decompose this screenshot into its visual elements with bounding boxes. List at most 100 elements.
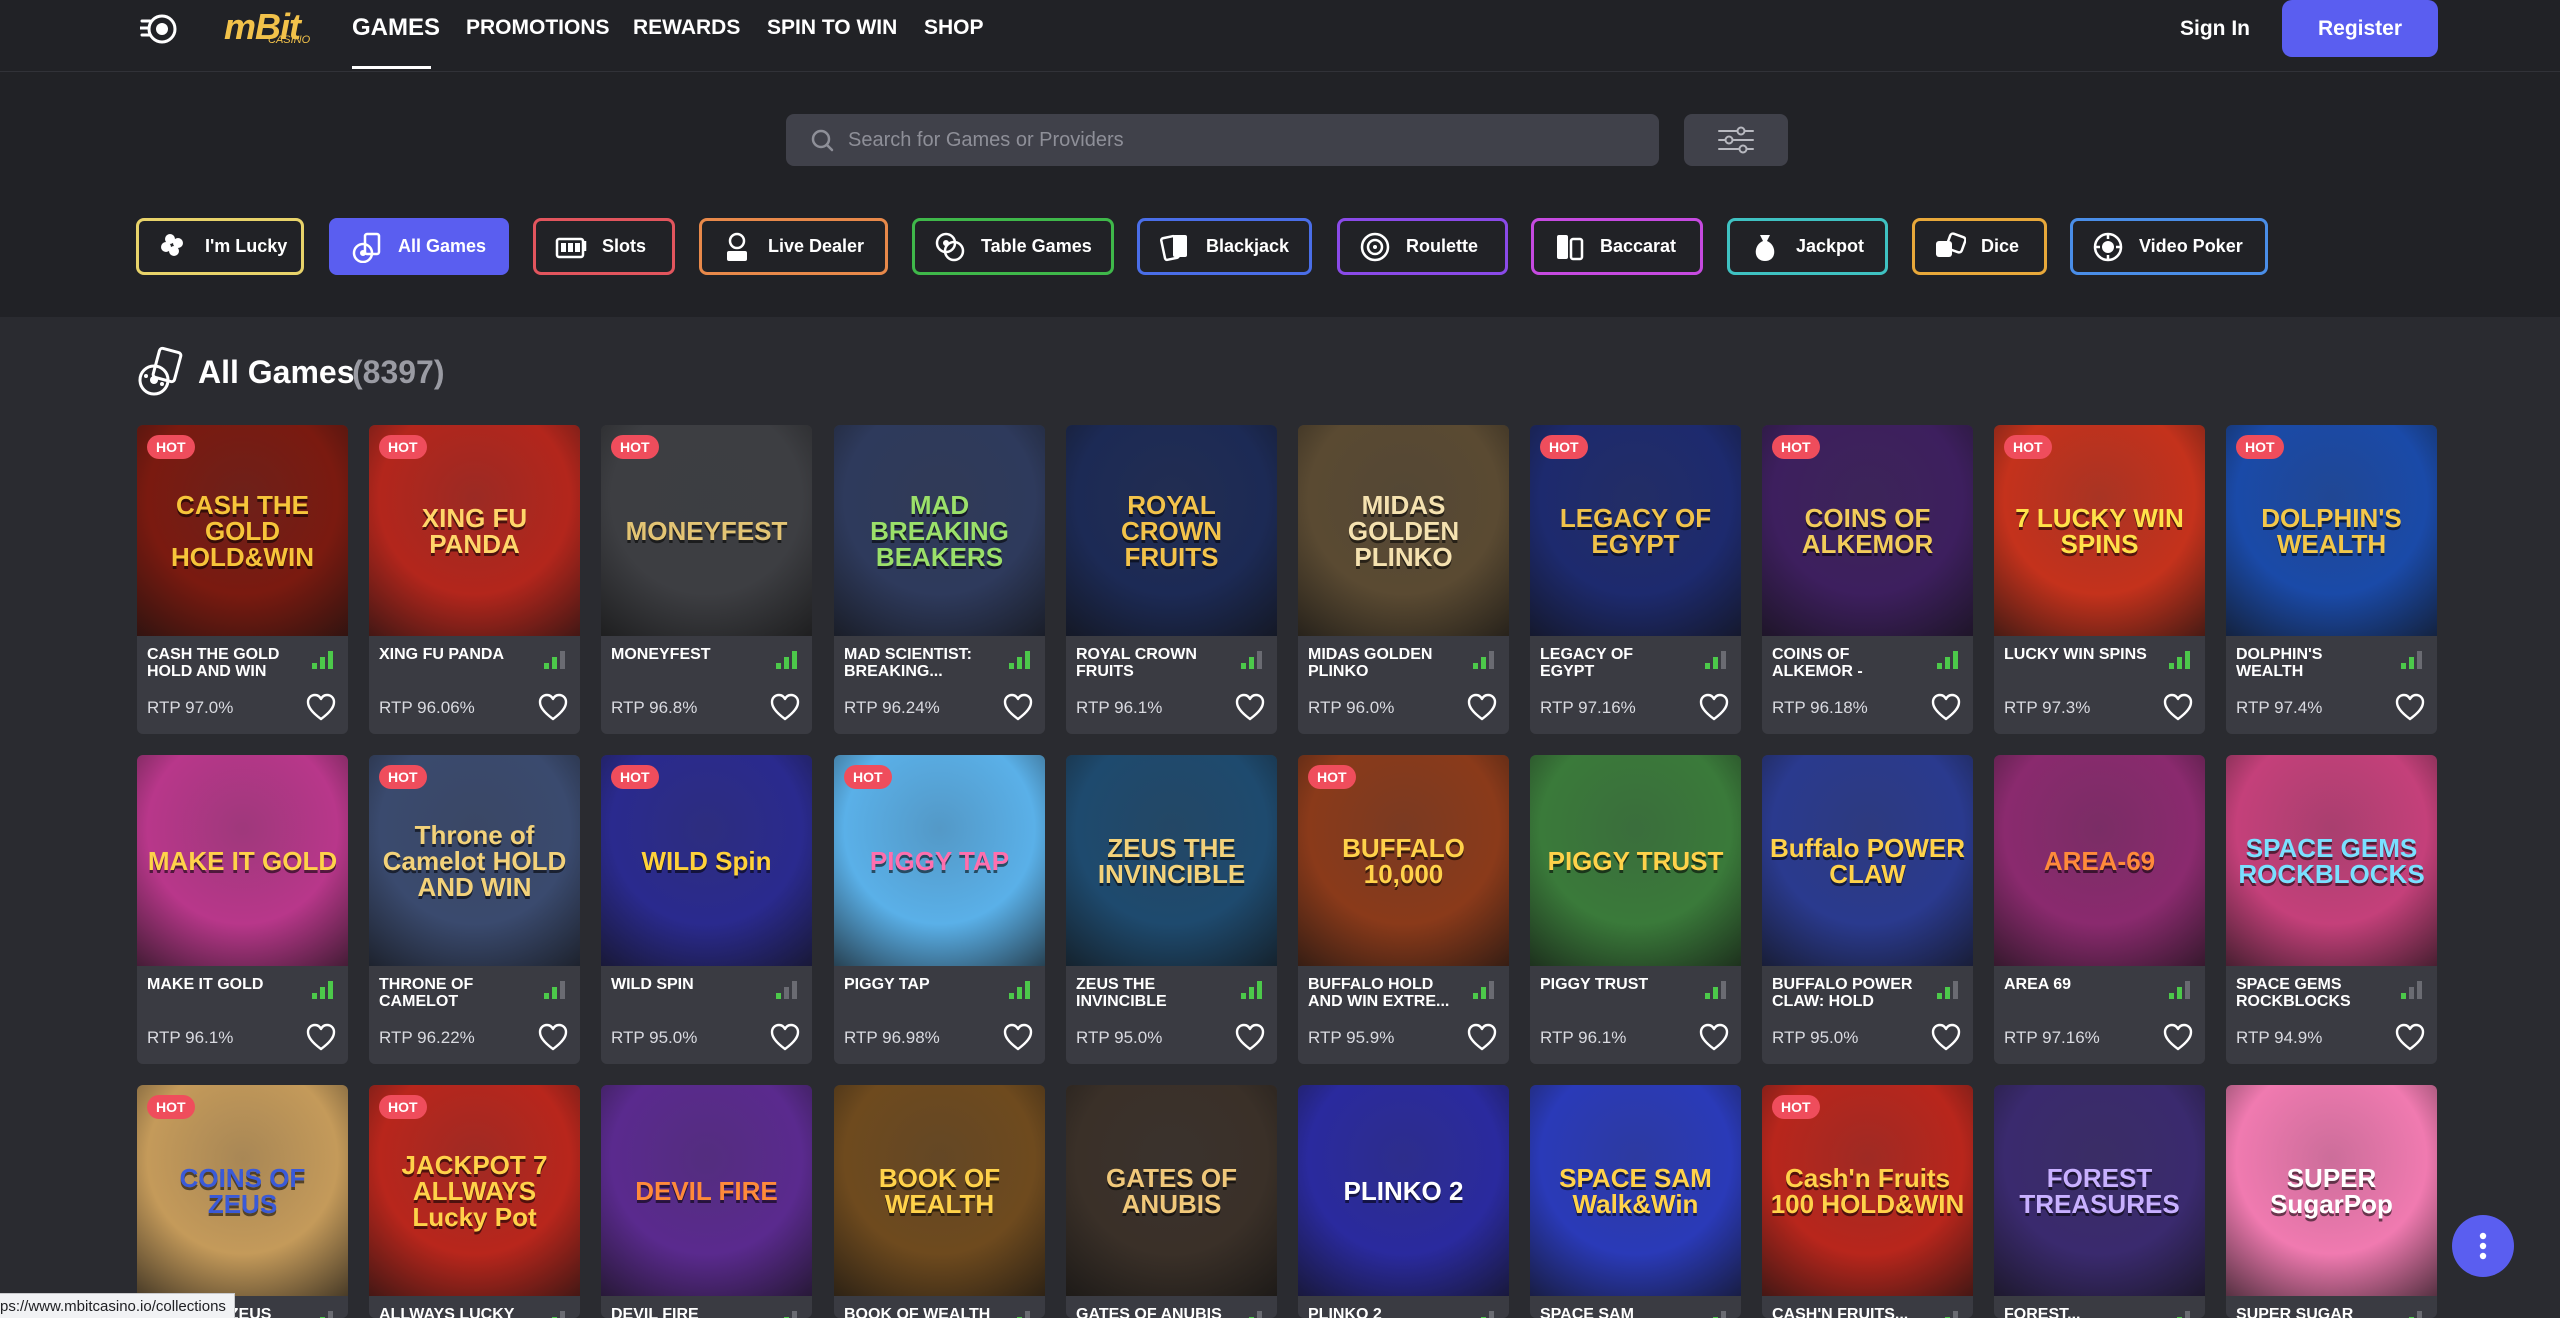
game-card[interactable]: COINS OF ALKEMOR HOT COINS OF ALKEMOR - HO…: [1762, 425, 1973, 734]
game-thumbnail[interactable]: SPACE GEMS ROCKBLOCKS: [2226, 755, 2437, 966]
category-i-m-lucky[interactable]: I'm Lucky: [136, 218, 304, 275]
category-all-games[interactable]: All Games: [329, 218, 509, 275]
favorite-heart-icon[interactable]: [538, 1023, 568, 1051]
game-card[interactable]: PLINKO 2 PLINKO 2: [1298, 1085, 1509, 1318]
game-name: SUPER SUGAR POP...: [2236, 1306, 2354, 1318]
game-rtp: RTP 96.22%: [379, 1028, 475, 1047]
more-options-button[interactable]: [2452, 1215, 2514, 1277]
sign-in-link[interactable]: Sign In: [2180, 17, 2250, 41]
game-art-title: CASH THE GOLD HOLD&WIN: [171, 489, 314, 572]
game-thumbnail[interactable]: GATES OF ANUBIS: [1066, 1085, 1277, 1296]
favorite-heart-icon[interactable]: [538, 693, 568, 721]
favorite-heart-icon[interactable]: [770, 693, 800, 721]
game-thumbnail[interactable]: MIDAS GOLDEN PLINKO: [1298, 425, 1509, 636]
category-slots[interactable]: Slots: [533, 218, 675, 275]
category-blackjack[interactable]: Blackjack: [1137, 218, 1312, 275]
game-card[interactable]: MAKE IT GOLD MAKE IT GOLD RTP 96.1%: [137, 755, 348, 1064]
game-thumbnail[interactable]: FOREST TREASURES: [1994, 1085, 2205, 1296]
favorite-heart-icon[interactable]: [2163, 1023, 2193, 1051]
game-thumbnail[interactable]: BOOK OF WEALTH: [834, 1085, 1045, 1296]
game-card[interactable]: BOOK OF WEALTH BOOK OF WEALTH: [834, 1085, 1045, 1318]
favorite-heart-icon[interactable]: [2395, 1023, 2425, 1051]
game-thumbnail[interactable]: Buffalo POWER CLAW: [1762, 755, 1973, 966]
nav-games[interactable]: GAMES: [352, 14, 440, 42]
game-card[interactable]: MONEYFEST HOT MONEYFEST RTP 96.8%: [601, 425, 812, 734]
game-art-title: BUFFALO 10,000: [1342, 832, 1465, 889]
game-card[interactable]: XING FU PANDA HOT XING FU PANDA RTP 96.06%: [369, 425, 580, 734]
game-rtp: RTP 97.4%: [2236, 698, 2323, 717]
nav-shop[interactable]: SHOP: [924, 16, 984, 40]
favorite-heart-icon[interactable]: [2163, 693, 2193, 721]
logo-icon[interactable]: [140, 12, 180, 46]
category-baccarat[interactable]: Baccarat: [1531, 218, 1703, 275]
game-card[interactable]: LEGACY OF EGYPT HOT LEGACY OF EGYPT RTP 97.…: [1530, 425, 1741, 734]
game-name: DEVIL FIRE: [611, 1306, 699, 1318]
game-card[interactable]: FOREST TREASURES FOREST...: [1994, 1085, 2205, 1318]
game-card[interactable]: CASH THE GOLD HOLD&WIN HOT CASH THE GOLD H…: [137, 425, 348, 734]
game-thumbnail[interactable]: ZEUS THE INVINCIBLE: [1066, 755, 1277, 966]
game-card[interactable]: SPACE GEMS ROCKBLOCKS SPACE GEMS ROCKBLOC…: [2226, 755, 2437, 1064]
volatility-icon: [312, 651, 333, 669]
game-card[interactable]: COINS OF ZEUSHOTCOINS OF ZEUS: [137, 1085, 348, 1318]
game-thumbnail[interactable]: MAKE IT GOLD: [137, 755, 348, 966]
game-card[interactable]: ROYAL CROWN FRUITS ROYAL CROWN FRUITS RTP …: [1066, 425, 1277, 734]
favorite-heart-icon[interactable]: [770, 1023, 800, 1051]
favorite-heart-icon[interactable]: [1003, 1023, 1033, 1051]
game-card[interactable]: DEVIL FIRE DEVIL FIRE: [601, 1085, 812, 1318]
category-live-dealer[interactable]: Live Dealer: [699, 218, 888, 275]
favorite-heart-icon[interactable]: [1467, 693, 1497, 721]
category-roulette[interactable]: Roulette: [1337, 218, 1508, 275]
favorite-heart-icon[interactable]: [1467, 1023, 1497, 1051]
game-thumbnail[interactable]: SUPER SugarPop: [2226, 1085, 2437, 1296]
game-thumbnail[interactable]: ROYAL CROWN FRUITS: [1066, 425, 1277, 636]
game-thumbnail[interactable]: SPACE SAM Walk&Win: [1530, 1085, 1741, 1296]
favorite-heart-icon[interactable]: [2395, 693, 2425, 721]
game-card[interactable]: WILD Spin HOT WILD SPIN RTP 95.0%: [601, 755, 812, 1064]
game-rtp: RTP 96.98%: [844, 1028, 940, 1047]
game-card[interactable]: MAD BREAKING BEAKERS MAD SCIENTIST: BREAK…: [834, 425, 1045, 734]
game-card[interactable]: PIGGY TAP HOT PIGGY TAP RTP 96.98%: [834, 755, 1045, 1064]
game-card[interactable]: PIGGY TRUST PIGGY TRUST RTP 96.1%: [1530, 755, 1741, 1064]
game-card[interactable]: MIDAS GOLDEN PLINKO MIDAS GOLDEN PLINKO RT…: [1298, 425, 1509, 734]
nav-spin-to-win[interactable]: SPIN TO WIN: [767, 16, 897, 40]
category-video-poker[interactable]: Video Poker: [2070, 218, 2268, 275]
game-card[interactable]: Cash'n Fruits 100 HOLD&WIN HOT CASH'N FRUI…: [1762, 1085, 1973, 1318]
favorite-heart-icon[interactable]: [1235, 693, 1265, 721]
nav-promotions[interactable]: PROMOTIONS: [466, 16, 610, 40]
game-card[interactable]: Buffalo POWER CLAW BUFFALO POWER CLAW: HO…: [1762, 755, 1973, 1064]
nav-rewards[interactable]: REWARDS: [633, 16, 740, 40]
game-card[interactable]: BUFFALO 10,000 HOT BUFFALO HOLD AND WIN EX…: [1298, 755, 1509, 1064]
game-thumbnail[interactable]: AREA-69: [1994, 755, 2205, 966]
register-button[interactable]: Register: [2282, 0, 2438, 57]
game-thumbnail[interactable]: PIGGY TRUST: [1530, 755, 1741, 966]
favorite-heart-icon[interactable]: [1931, 1023, 1961, 1051]
game-thumbnail[interactable]: PLINKO 2: [1298, 1085, 1509, 1296]
favorite-heart-icon[interactable]: [1931, 693, 1961, 721]
favorite-heart-icon[interactable]: [306, 1023, 336, 1051]
category-jackpot[interactable]: Jackpot: [1727, 218, 1888, 275]
game-card[interactable]: AREA-69 AREA 69 RTP 97.16%: [1994, 755, 2205, 1064]
nav-active-underline: [352, 66, 431, 69]
favorite-heart-icon[interactable]: [1235, 1023, 1265, 1051]
favorite-heart-icon[interactable]: [1699, 693, 1729, 721]
game-thumbnail[interactable]: MAD BREAKING BEAKERS: [834, 425, 1045, 636]
game-thumbnail[interactable]: DEVIL FIRE: [601, 1085, 812, 1296]
game-art-title: PLINKO 2: [1343, 1175, 1464, 1206]
game-card[interactable]: GATES OF ANUBIS GATES OF ANUBIS: [1066, 1085, 1277, 1318]
game-card[interactable]: SUPER SugarPop SUPER SUGAR POP...: [2226, 1085, 2437, 1318]
game-card[interactable]: SPACE SAM Walk&Win SPACE SAM WALK...: [1530, 1085, 1741, 1318]
search-input[interactable]: [848, 114, 1638, 166]
game-rtp: RTP 96.06%: [379, 698, 475, 717]
favorite-heart-icon[interactable]: [1699, 1023, 1729, 1051]
game-card[interactable]: Throne of Camelot HOLD AND WIN HOT THRONE …: [369, 755, 580, 1064]
filter-button[interactable]: [1684, 114, 1788, 166]
category-table-games[interactable]: Table Games: [912, 218, 1114, 275]
game-card[interactable]: JACKPOT 7 ALLWAYS Lucky Pot HOT ALLWAYS LU…: [369, 1085, 580, 1318]
game-card[interactable]: ZEUS THE INVINCIBLE ZEUS THE INVINCIBLE RT…: [1066, 755, 1277, 1064]
favorite-heart-icon[interactable]: [1003, 693, 1033, 721]
category-dice[interactable]: Dice: [1912, 218, 2047, 275]
game-card[interactable]: 7 LUCKY WIN SPINS HOT LUCKY WIN SPINS RTP 9…: [1994, 425, 2205, 734]
status-bar-url: ps://www.mbitcasino.io/collections: [0, 1293, 235, 1318]
game-card[interactable]: DOLPHIN'S WEALTH HOT DOLPHIN'S WEALTH RTP 9…: [2226, 425, 2437, 734]
favorite-heart-icon[interactable]: [306, 693, 336, 721]
